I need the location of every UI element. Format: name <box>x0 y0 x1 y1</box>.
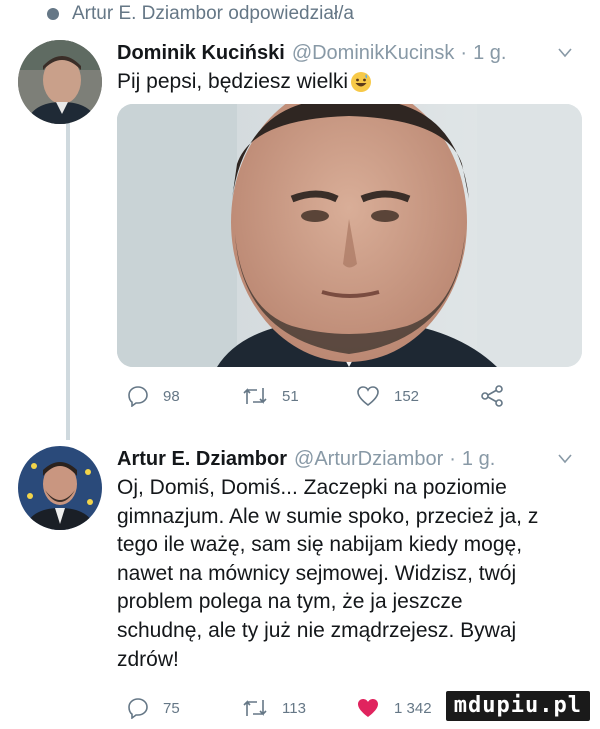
tweet-text-line: Oj, Domiś, Domiś... Zaczepki na poziomie <box>117 476 507 499</box>
tweet-time[interactable]: 1 g. <box>462 448 495 471</box>
reply-icon <box>128 698 148 719</box>
retweet-action[interactable]: 51 <box>242 385 299 407</box>
like-count: 1 342 <box>394 699 432 717</box>
author-handle[interactable]: @DominikKucinsk <box>292 42 455 65</box>
separator-dot: · <box>449 448 456 470</box>
chevron-down-icon[interactable] <box>558 454 572 464</box>
retweet-count: 113 <box>282 699 306 717</box>
author-name[interactable]: Dominik Kuciński <box>117 42 285 65</box>
heart-icon <box>357 386 379 407</box>
tweet-image[interactable] <box>117 104 582 367</box>
avatar[interactable] <box>18 446 102 530</box>
reply-action[interactable]: 75 <box>127 697 180 719</box>
tweet-text-line: nawet na mównicy sejmowej. Widzisz, twój <box>117 561 517 585</box>
thread-connector-line <box>66 122 70 440</box>
separator-dot: · <box>460 42 468 64</box>
reply-count: 75 <box>163 699 180 717</box>
tweet-text: Oj, Domiś, Domiś... Zaczepki na poziomie… <box>117 474 587 674</box>
tweet-text-content: Pij pepsi, będziesz wielki <box>117 70 349 93</box>
reply-icon <box>128 386 148 407</box>
tweet-text-line: zdrów! <box>117 647 179 671</box>
tweet-time[interactable]: 1 g. <box>473 42 506 65</box>
reply-count: 98 <box>163 387 180 405</box>
author-name[interactable]: Artur E. Dziambor <box>117 448 287 471</box>
like-count: 152 <box>394 387 420 405</box>
tweet-text-line: gimnazjum. Ale w sumie spoko, przecież j… <box>117 504 539 528</box>
site-watermark: mdupiu.pl <box>445 691 590 721</box>
heart-filled-icon <box>358 699 378 717</box>
reply-dot-icon <box>47 8 59 20</box>
chevron-down-icon[interactable] <box>558 48 572 58</box>
tweet-text-line: tego ile ważę, sam się nabijam kiedy mog… <box>117 533 523 557</box>
tweet-text: Pij pepsi, będziesz wielki <box>117 68 372 97</box>
share-icon <box>481 385 503 407</box>
like-action[interactable]: 1 342 <box>356 697 432 719</box>
tweet-header: Artur E. Dziambor @ArturDziambor · 1 g. <box>117 448 495 471</box>
avatar[interactable] <box>18 40 102 124</box>
author-handle[interactable]: @ArturDziambor <box>294 448 443 471</box>
share-action[interactable] <box>480 385 504 407</box>
reply-action[interactable]: 98 <box>127 385 180 407</box>
tweet-text-line: problem polega na tym, że ja jeszcze <box>117 590 463 614</box>
avatar-photo <box>18 446 102 530</box>
reply-context: Artur E. Dziambor odpowiedział/a <box>46 0 354 28</box>
retweet-icon <box>243 388 267 404</box>
portrait-photo <box>117 104 582 367</box>
retweet-icon <box>243 700 267 716</box>
tweet-header: Dominik Kuciński @DominikKucinsk · 1 g. <box>117 42 506 65</box>
grinning-sweat-emoji-icon <box>351 72 372 93</box>
retweet-count: 51 <box>282 387 299 405</box>
retweet-action[interactable]: 113 <box>242 697 306 719</box>
like-action[interactable]: 152 <box>356 385 419 407</box>
reply-context-text: Artur E. Dziambor odpowiedział/a <box>72 3 354 24</box>
tweet-text-line: schudnę, ale ty już nie zmądrzejesz. Byw… <box>117 618 517 642</box>
avatar-photo <box>18 40 102 124</box>
